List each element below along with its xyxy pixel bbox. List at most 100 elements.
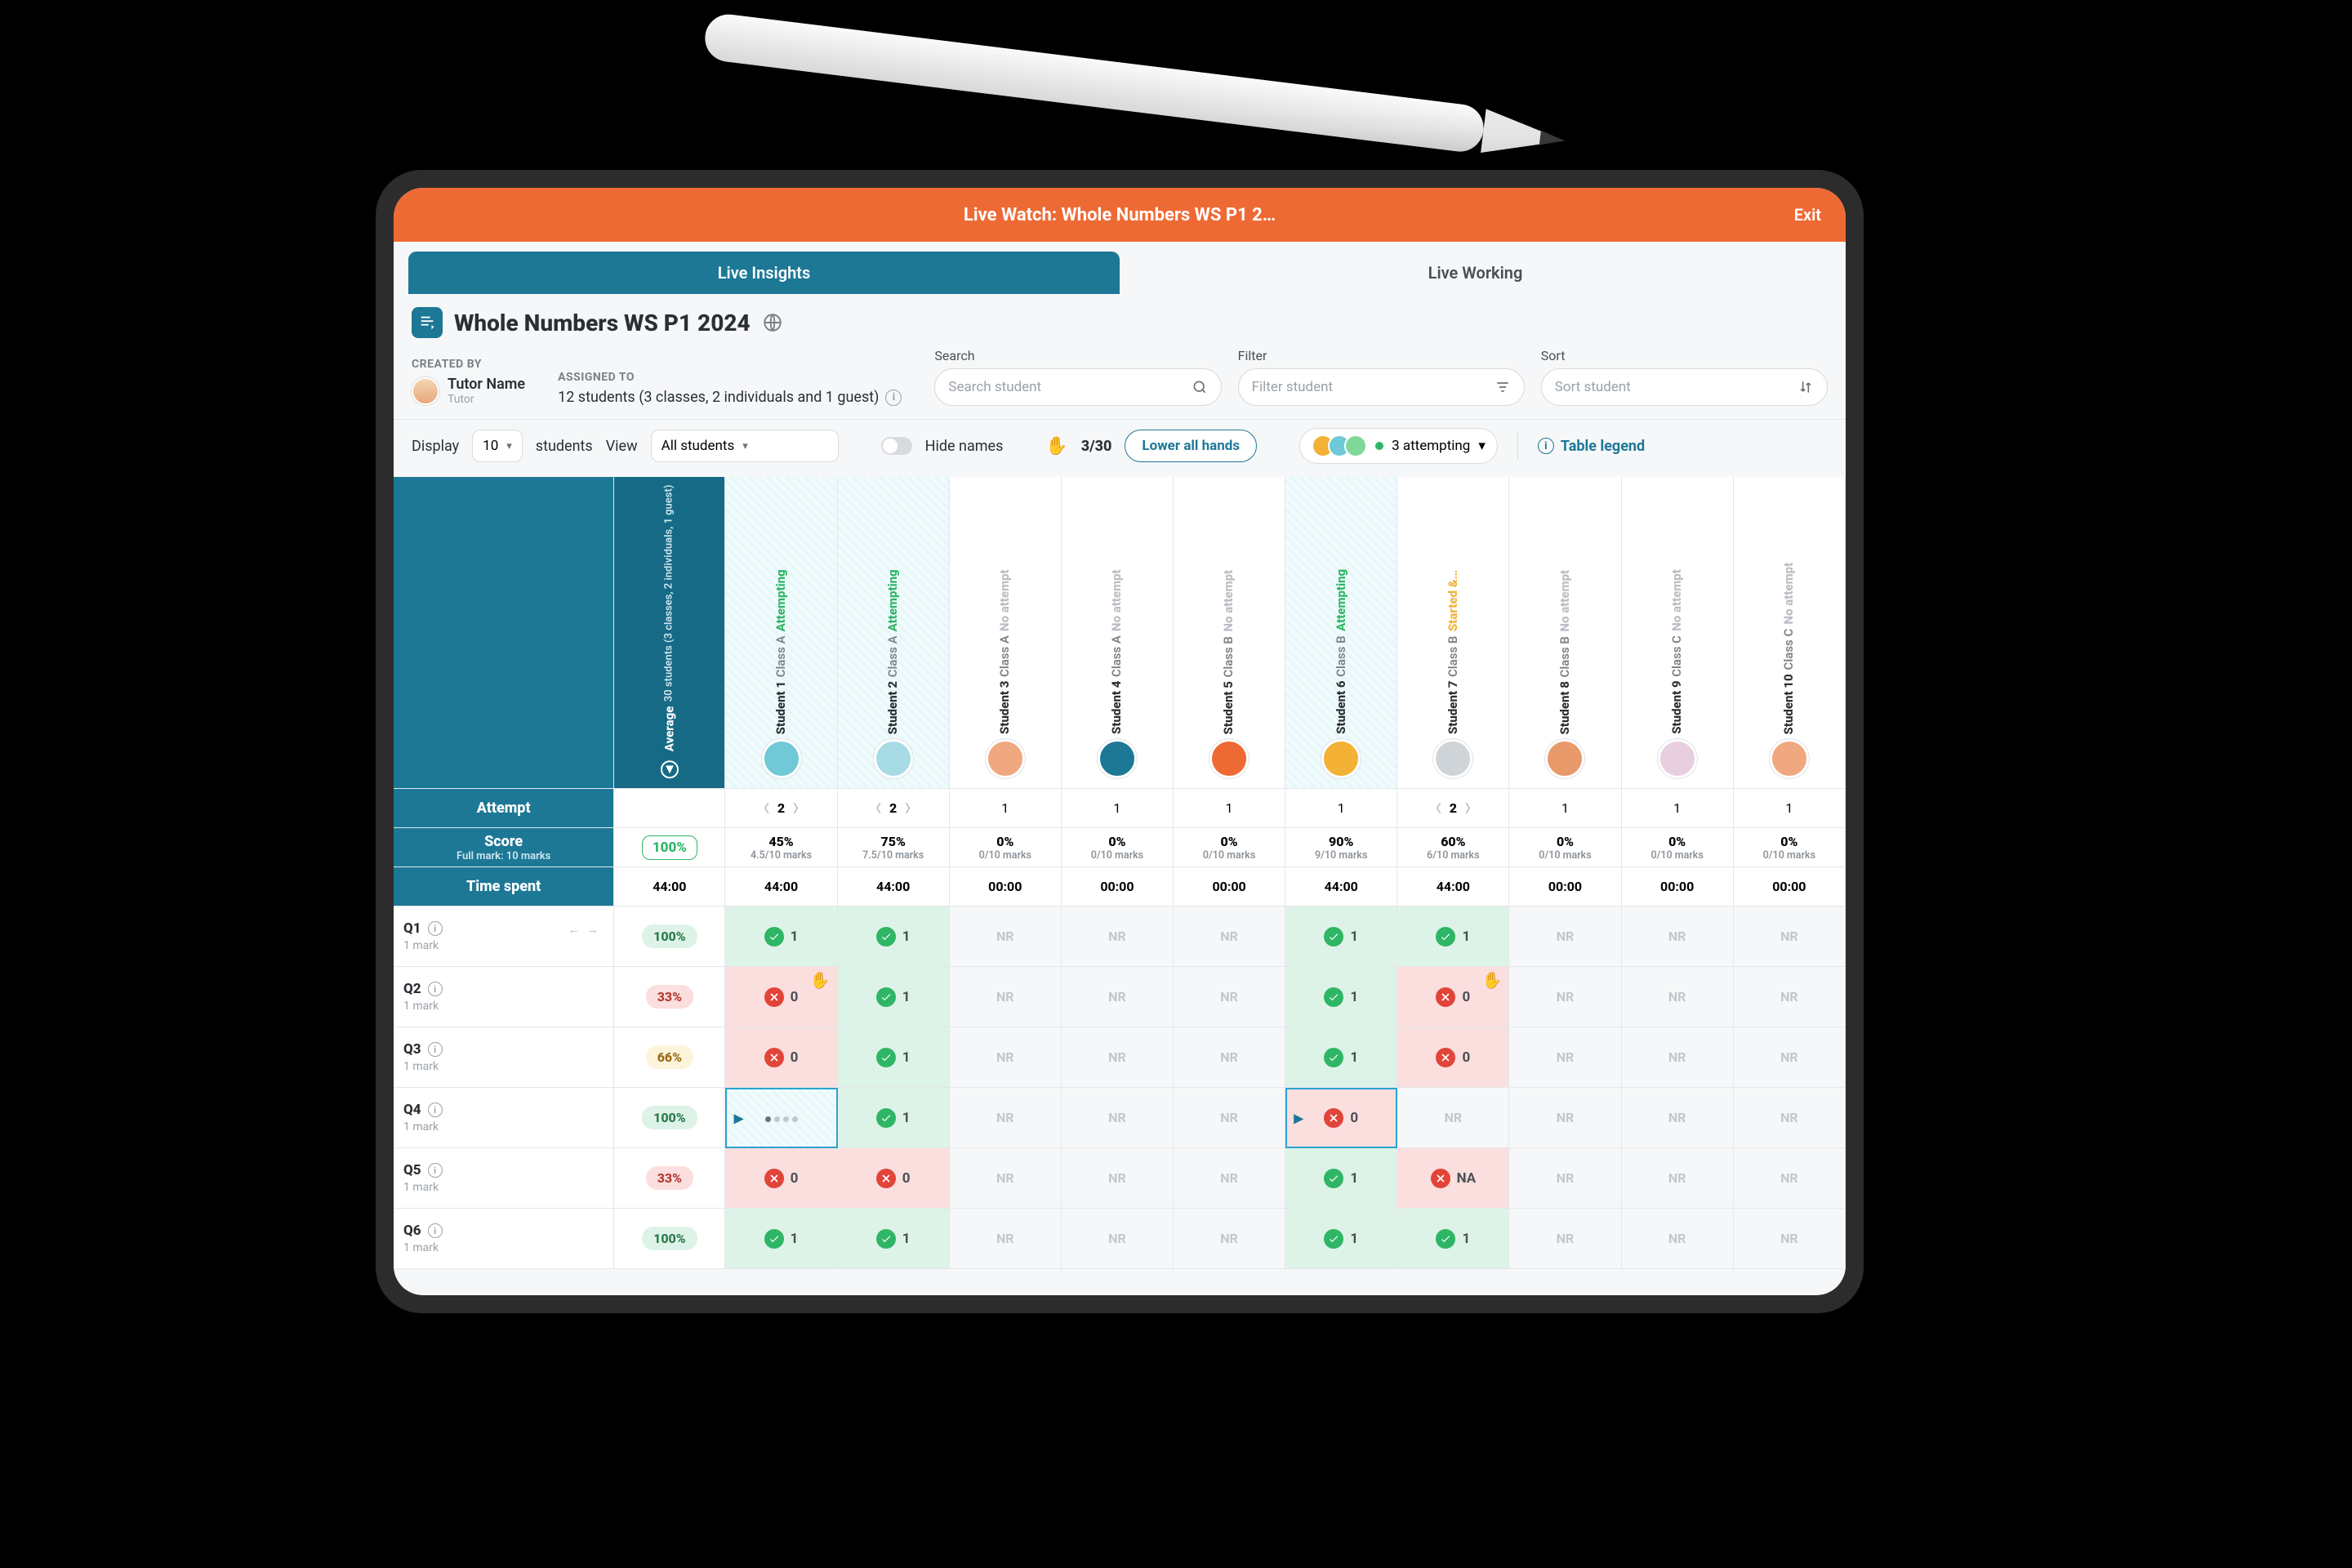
student-avatar[interactable]: [1321, 739, 1361, 778]
tab-live-working[interactable]: Live Working: [1120, 252, 1831, 294]
question-info-icon[interactable]: i: [428, 1223, 443, 1238]
answer-cell[interactable]: NR: [1622, 1148, 1734, 1209]
view-select[interactable]: All students▾: [651, 430, 839, 462]
attempting-dropdown[interactable]: 3 attempting ▾: [1299, 428, 1498, 464]
search-input[interactable]: Search student: [934, 368, 1221, 406]
question-info-icon[interactable]: i: [428, 982, 443, 996]
attempt-cell[interactable]: 1: [1062, 789, 1174, 828]
answer-cell[interactable]: 1: [838, 1209, 950, 1269]
answer-cell[interactable]: NR: [950, 1148, 1062, 1209]
question-info-icon[interactable]: i: [428, 921, 443, 936]
play-icon[interactable]: ▶: [733, 1110, 743, 1125]
answer-cell[interactable]: NR: [950, 906, 1062, 967]
header-student[interactable]: Student 5 Class B No attempt: [1174, 477, 1285, 789]
answer-cell[interactable]: 1: [725, 1209, 837, 1269]
filter-input[interactable]: Filter student: [1238, 368, 1525, 406]
answer-cell[interactable]: NA: [1397, 1148, 1509, 1209]
answer-cell[interactable]: 1: [725, 906, 837, 967]
student-avatar[interactable]: [1098, 739, 1137, 778]
header-student[interactable]: Student 7 Class B Started &…: [1397, 477, 1509, 789]
question-next-icon[interactable]: →: [586, 922, 599, 937]
answer-cell[interactable]: NR: [1062, 1148, 1174, 1209]
answer-cell[interactable]: NR: [1509, 906, 1621, 967]
answer-cell[interactable]: 0: [725, 1148, 837, 1209]
student-avatar[interactable]: [1545, 739, 1584, 778]
globe-icon[interactable]: [762, 312, 783, 333]
student-avatar[interactable]: [1658, 739, 1697, 778]
answer-cell[interactable]: 1: [838, 1027, 950, 1088]
attempt-next-icon[interactable]: 〉: [905, 800, 916, 817]
hand-raised-icon[interactable]: ✋: [1482, 970, 1503, 990]
answer-cell[interactable]: NR: [1734, 1088, 1846, 1148]
answer-cell[interactable]: NR: [1174, 1209, 1285, 1269]
answer-cell[interactable]: NR: [950, 1209, 1062, 1269]
student-avatar[interactable]: [762, 739, 801, 778]
attempt-cell[interactable]: 1: [1174, 789, 1285, 828]
attempt-cell[interactable]: 1: [1622, 789, 1734, 828]
sort-input[interactable]: Sort student: [1541, 368, 1828, 406]
answer-cell[interactable]: 1: [1285, 967, 1397, 1027]
answer-cell[interactable]: 1: [1285, 1148, 1397, 1209]
answer-cell[interactable]: ▶: [725, 1088, 837, 1148]
attempt-cell[interactable]: 〈2〉: [838, 789, 950, 828]
answer-cell[interactable]: NR: [1062, 1209, 1174, 1269]
table-legend-link[interactable]: i Table legend: [1538, 438, 1645, 455]
student-avatar[interactable]: [874, 739, 913, 778]
answer-cell[interactable]: ✋0: [1397, 967, 1509, 1027]
attempt-cell[interactable]: 〈2〉: [1397, 789, 1509, 828]
assigned-info-icon[interactable]: i: [885, 390, 902, 406]
attempt-cell[interactable]: 1: [1734, 789, 1846, 828]
answer-cell[interactable]: NR: [1622, 1088, 1734, 1148]
answer-cell[interactable]: 0: [1397, 1027, 1509, 1088]
answer-cell[interactable]: NR: [1174, 1088, 1285, 1148]
attempt-cell[interactable]: 1: [1509, 789, 1621, 828]
answer-cell[interactable]: NR: [1622, 967, 1734, 1027]
answer-cell[interactable]: NR: [1509, 967, 1621, 1027]
header-student[interactable]: Student 3 Class A No attempt: [950, 477, 1062, 789]
answer-cell[interactable]: NR: [950, 967, 1062, 1027]
answer-cell[interactable]: NR: [1509, 1088, 1621, 1148]
question-info-icon[interactable]: i: [428, 1042, 443, 1057]
attempt-cell[interactable]: 〈2〉: [725, 789, 837, 828]
student-avatar[interactable]: [986, 739, 1025, 778]
header-student[interactable]: Student 2 Class A Attempting: [838, 477, 950, 789]
exit-button[interactable]: Exit: [1794, 205, 1821, 225]
play-icon[interactable]: ▶: [1294, 1110, 1303, 1125]
header-student[interactable]: Student 4 Class A No attempt: [1062, 477, 1174, 789]
attempt-prev-icon[interactable]: 〈: [758, 800, 769, 817]
answer-cell[interactable]: NR: [1622, 1027, 1734, 1088]
attempt-cell[interactable]: 1: [950, 789, 1062, 828]
attempt-prev-icon[interactable]: 〈: [1430, 800, 1441, 817]
question-info-icon[interactable]: i: [428, 1102, 443, 1117]
answer-cell[interactable]: NR: [1174, 967, 1285, 1027]
question-prev-icon[interactable]: ←: [568, 922, 580, 937]
lower-all-hands-button[interactable]: Lower all hands: [1125, 430, 1257, 462]
answer-cell[interactable]: 1: [838, 1088, 950, 1148]
answer-cell[interactable]: 1: [1285, 1209, 1397, 1269]
answer-cell[interactable]: NR: [1622, 1209, 1734, 1269]
hand-raised-icon[interactable]: ✋: [810, 970, 831, 990]
header-student[interactable]: Student 9 Class C No attempt: [1622, 477, 1734, 789]
answer-cell[interactable]: 1: [838, 906, 950, 967]
student-avatar[interactable]: [1770, 739, 1809, 778]
answer-cell[interactable]: ▶0: [1285, 1088, 1397, 1148]
answer-cell[interactable]: 1: [838, 967, 950, 1027]
header-student[interactable]: Student 1 Class A Attempting: [725, 477, 837, 789]
tab-live-insights[interactable]: Live Insights: [408, 252, 1120, 294]
header-student[interactable]: Student 10 Class C No attempt: [1734, 477, 1846, 789]
answer-cell[interactable]: NR: [1397, 1088, 1509, 1148]
answer-cell[interactable]: NR: [1734, 1027, 1846, 1088]
hide-names-toggle[interactable]: [881, 437, 912, 455]
attempt-next-icon[interactable]: 〉: [1465, 800, 1477, 817]
question-info-icon[interactable]: i: [428, 1163, 443, 1178]
answer-cell[interactable]: NR: [1734, 1148, 1846, 1209]
answer-cell[interactable]: NR: [1622, 906, 1734, 967]
header-student[interactable]: Student 6 Class B Attempting: [1285, 477, 1397, 789]
page-size-select[interactable]: 10▾: [472, 430, 523, 462]
answer-cell[interactable]: NR: [1174, 1027, 1285, 1088]
answer-cell[interactable]: NR: [1174, 1148, 1285, 1209]
answer-cell[interactable]: NR: [1734, 906, 1846, 967]
answer-cell[interactable]: NR: [1509, 1148, 1621, 1209]
answer-cell[interactable]: NR: [1174, 906, 1285, 967]
attempt-prev-icon[interactable]: 〈: [870, 800, 881, 817]
